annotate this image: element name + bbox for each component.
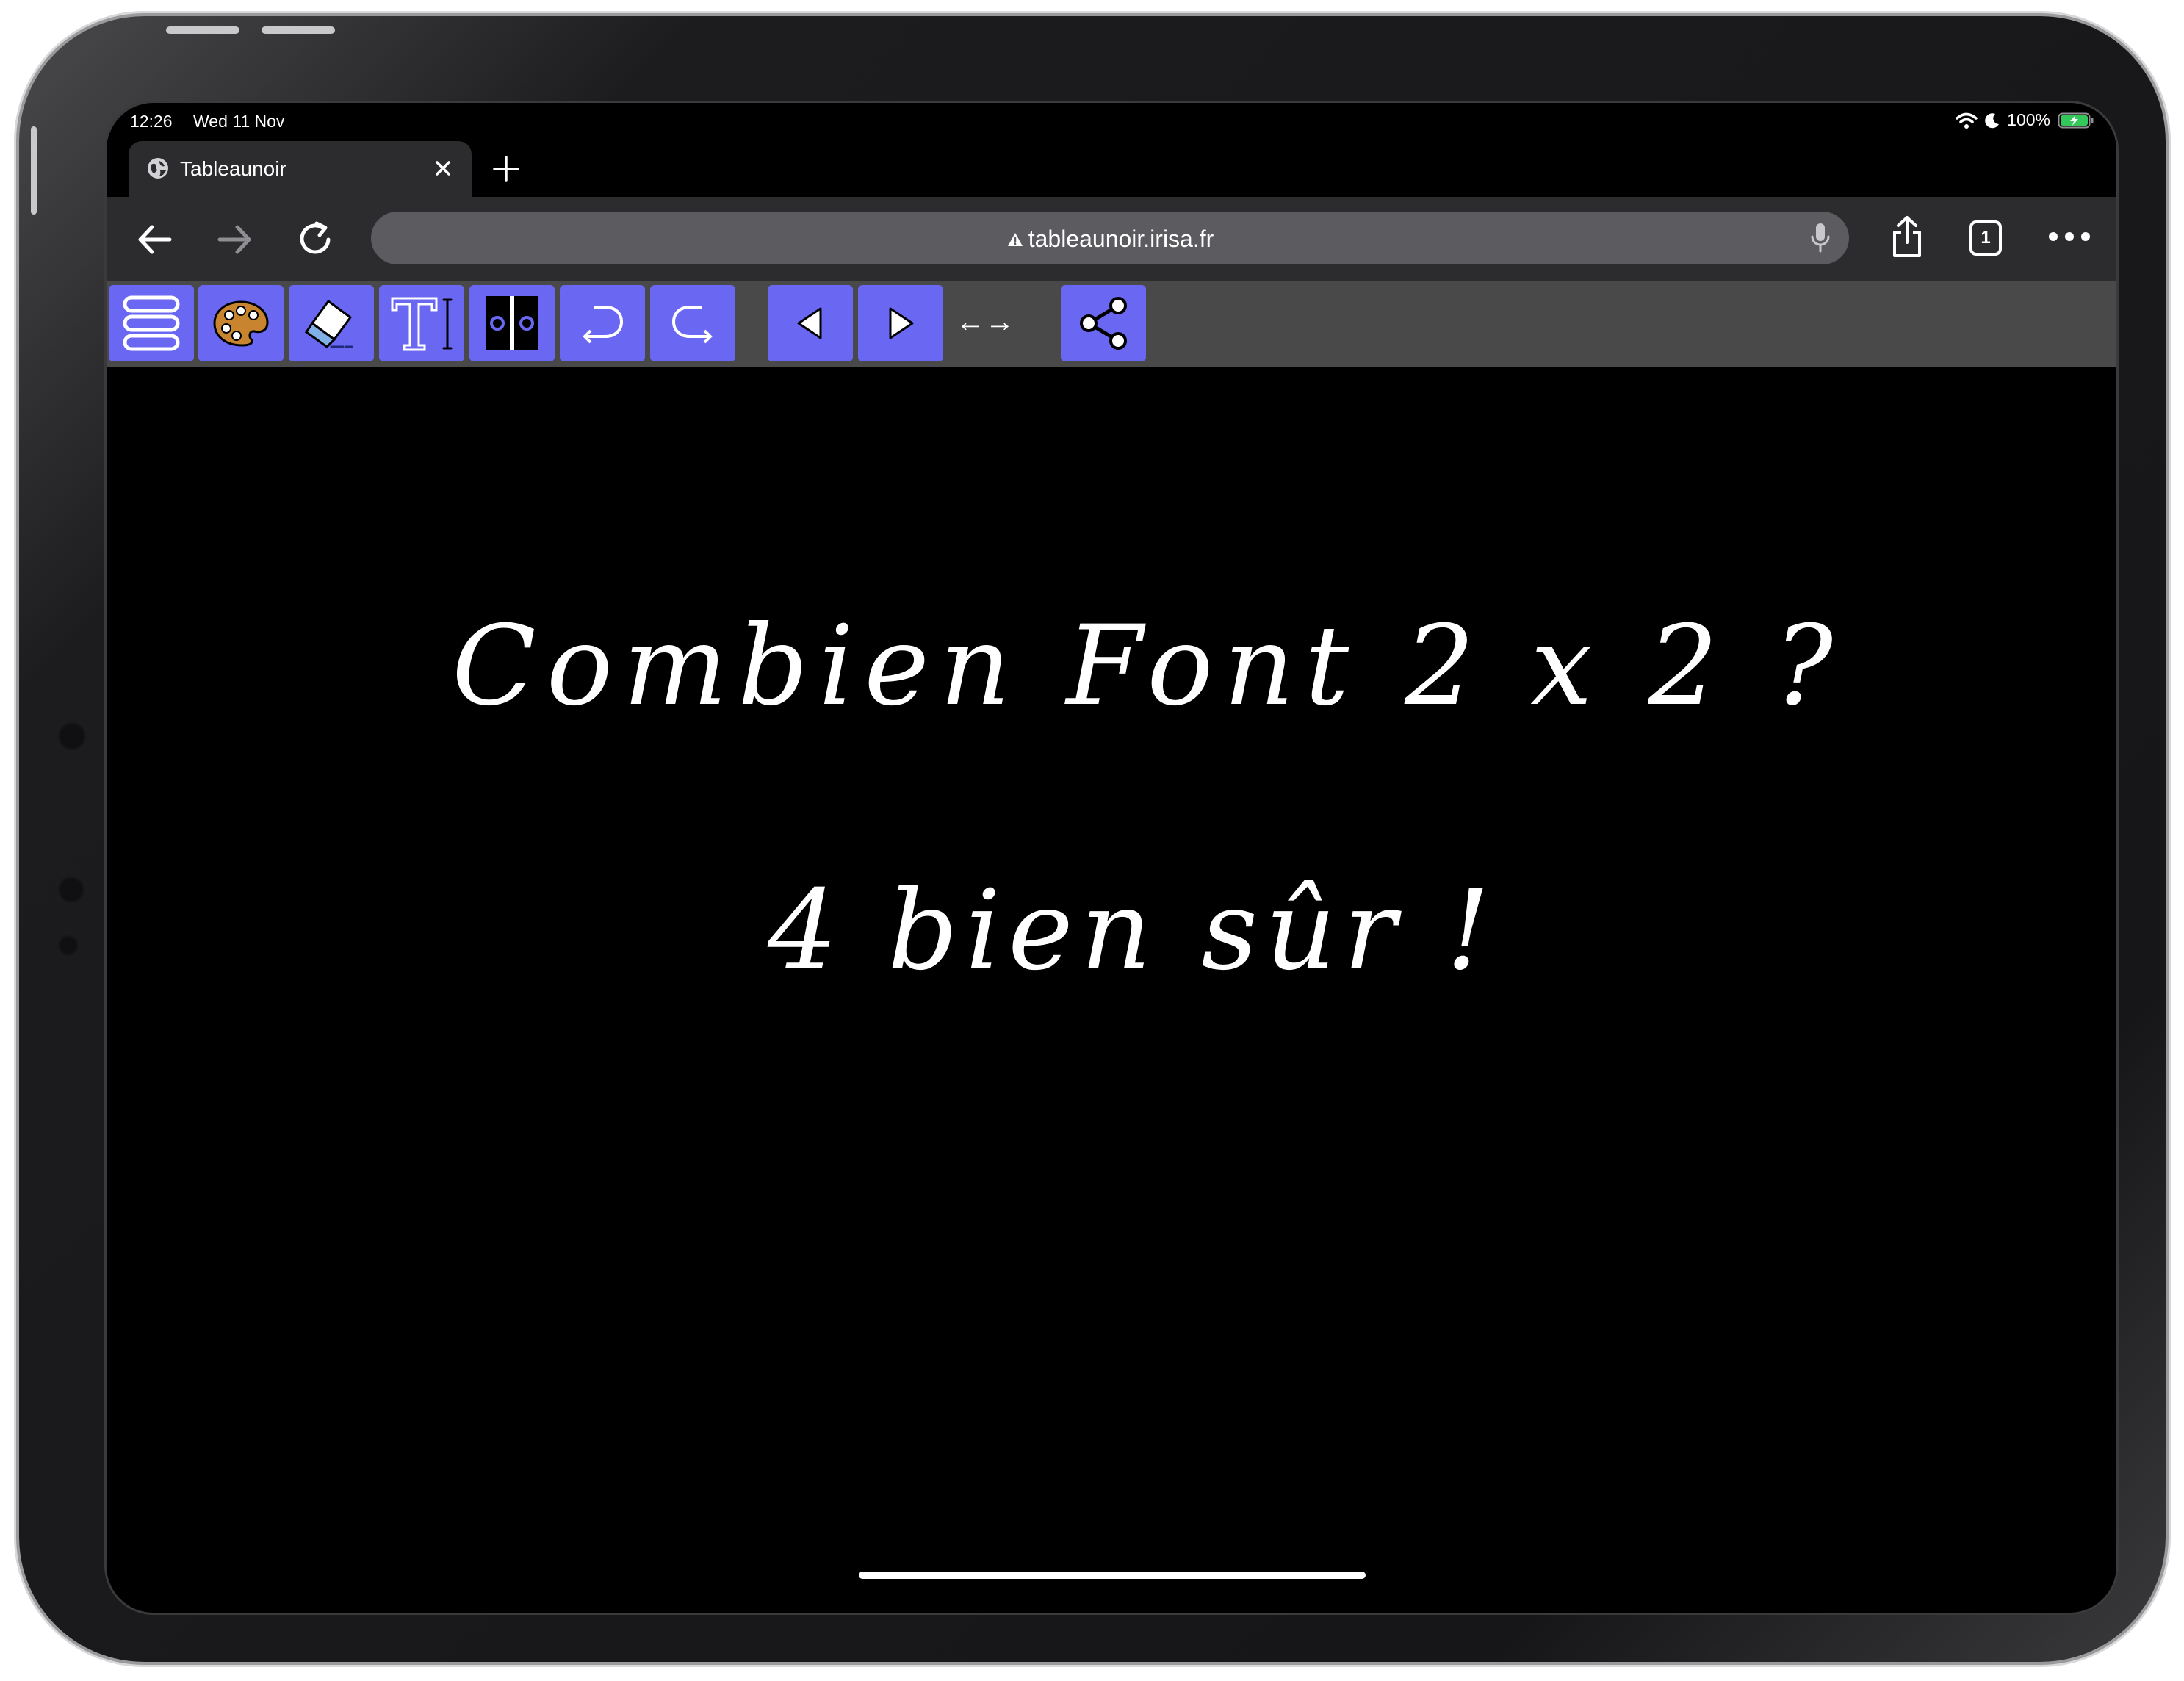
- tab-strip: Tableaunoir: [107, 141, 2116, 197]
- forward-icon[interactable]: [214, 220, 255, 259]
- camera-dot: [57, 721, 87, 751]
- tab-tableaunoir[interactable]: Tableaunoir: [129, 141, 472, 197]
- palette-button[interactable]: [198, 285, 284, 361]
- board-scroll-arrows[interactable]: ←→: [956, 306, 1014, 339]
- eraser-button[interactable]: [289, 285, 374, 361]
- status-bar: 12:26 Wed 11 Nov 100%: [107, 103, 2116, 140]
- share-button[interactable]: [1061, 285, 1146, 361]
- status-date: Wed 11 Nov: [193, 112, 285, 131]
- undo-button[interactable]: [560, 285, 645, 361]
- new-tab-icon[interactable]: [489, 151, 524, 187]
- board-toolbar: ←→: [107, 281, 2116, 367]
- tab-title: Tableaunoir: [180, 157, 286, 180]
- redo-icon: [671, 306, 713, 344]
- more-icon[interactable]: [2047, 228, 2091, 245]
- moon-icon: [1985, 112, 2000, 128]
- handwritten-answer: 4 bien sûr !: [768, 867, 1498, 995]
- volume-button: [166, 26, 239, 34]
- split-view-button[interactable]: [469, 285, 555, 361]
- home-indicator[interactable]: [859, 1572, 1366, 1579]
- reload-icon[interactable]: [296, 220, 336, 259]
- navigation-bar: tableaunoir.irisa.fr 1: [107, 197, 2116, 281]
- sensor-dot: [57, 876, 85, 904]
- tab-count-button[interactable]: 1: [1969, 220, 2002, 256]
- ipad-device: 12:26 Wed 11 Nov 100% Tableaunoir tablea…: [19, 16, 2166, 1662]
- sensor-dot: [57, 935, 79, 957]
- split-view-icon: [486, 296, 538, 350]
- next-button[interactable]: [858, 285, 943, 361]
- palette-icon: [213, 300, 269, 347]
- power-button: [31, 126, 37, 215]
- warning-icon: [1007, 233, 1023, 246]
- battery-icon: [2058, 112, 2094, 128]
- text-tool-button[interactable]: [379, 285, 464, 361]
- screen: 12:26 Wed 11 Nov 100% Tableaunoir tablea…: [107, 103, 2116, 1613]
- share-sheet-icon[interactable]: [1889, 215, 1925, 260]
- volume-button: [262, 26, 335, 34]
- menu-button[interactable]: [109, 285, 194, 361]
- battery-percent: 100%: [2007, 110, 2050, 129]
- redo-button[interactable]: [650, 285, 735, 361]
- back-icon[interactable]: [134, 220, 176, 259]
- text-tool-icon: [391, 297, 453, 351]
- wifi-icon: [1956, 112, 1978, 129]
- url-text: tableaunoir.irisa.fr: [1028, 226, 1214, 252]
- address-bar[interactable]: tableaunoir.irisa.fr: [371, 212, 1849, 264]
- eraser-icon: [304, 299, 353, 348]
- menu-icon: [123, 295, 180, 351]
- share-icon: [1080, 297, 1127, 350]
- blackboard-canvas[interactable]: Combien Font 2 x 2 ? 4 bien sûr !: [107, 367, 2116, 1613]
- globe-icon: [148, 158, 168, 179]
- previous-icon: [797, 307, 822, 339]
- undo-icon: [583, 306, 624, 344]
- url-display[interactable]: tableaunoir.irisa.fr: [371, 226, 1849, 253]
- status-time: 12:26: [130, 112, 173, 131]
- handwritten-question: Combien Font 2 x 2 ?: [452, 602, 1844, 730]
- previous-button[interactable]: [768, 285, 853, 361]
- close-icon[interactable]: [429, 154, 457, 182]
- next-icon: [889, 307, 914, 339]
- status-indicators: 100%: [1956, 110, 2094, 130]
- microphone-icon[interactable]: [1809, 222, 1831, 254]
